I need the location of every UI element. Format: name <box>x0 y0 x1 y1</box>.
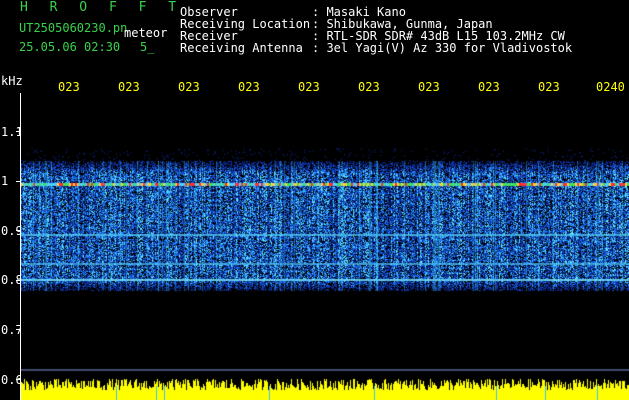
time-tick: 023 <box>58 80 80 94</box>
date-time: 25.05.06 02:30 <box>19 40 121 54</box>
time-tick: 023 <box>478 80 500 94</box>
time-tick: 023 <box>238 80 260 94</box>
time-tick: 023 <box>538 80 560 94</box>
time-tick: 023 <box>418 80 440 94</box>
file-name: UT2505060230.pn <box>19 21 128 35</box>
status-flag: 5_ <box>140 40 155 54</box>
time-tick: 023 <box>118 80 140 94</box>
time-tick: 0240 <box>596 80 625 94</box>
info-value-antenna: : 3el Yagi(V) Az 330 for Vladivostok <box>312 41 573 55</box>
spectrogram-plot <box>21 93 629 400</box>
axis-unit: kHz <box>1 74 23 88</box>
info-label-antenna: Receiving Antenna <box>180 41 303 55</box>
time-tick: 023 <box>178 80 200 94</box>
event-tag: meteor <box>124 26 168 40</box>
time-tick: 023 <box>298 80 320 94</box>
time-tick: 023 <box>358 80 380 94</box>
freq-tick: 1 <box>1 174 9 188</box>
app-title: H R O F F T <box>20 0 184 15</box>
